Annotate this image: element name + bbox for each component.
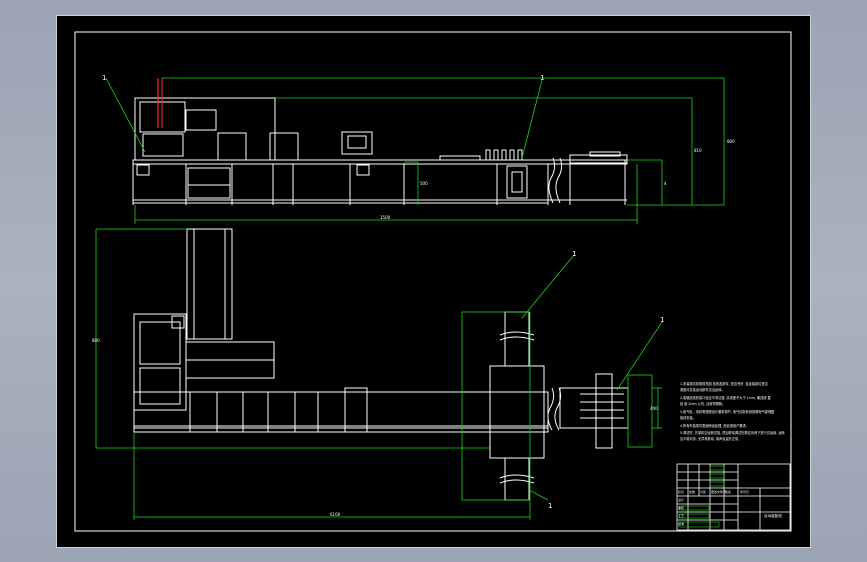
- drawing-title: 自动装配线: [764, 513, 782, 518]
- header-cell: 更改文件号: [711, 489, 726, 494]
- cross-conveyor: [489, 365, 545, 459]
- callout-leader: [521, 254, 575, 319]
- note-line: 紧固可靠各运动部件灵活运转。: [680, 387, 725, 392]
- dim-value-plan-height: 800: [92, 338, 100, 343]
- panel: [185, 109, 217, 131]
- front-elevation-view: [132, 97, 628, 205]
- dim-value-top-overall: 1500: [380, 215, 391, 220]
- dim-value-plan-overall: 6100: [330, 512, 341, 517]
- plan-dimensions: [95, 228, 663, 520]
- note-line: 1.安装调试前需按总图 检查各部件, 是否完好, 各连接部位是否: [680, 381, 769, 386]
- header-cell: 标记: [678, 489, 684, 494]
- cross-conveyor-envelope: [461, 311, 531, 501]
- front-dimensions: [105, 77, 725, 224]
- left-machine-housing: [134, 97, 276, 161]
- press-station-inner: [347, 135, 367, 149]
- note-line: 4.所有外露零件表面喷涂处理, 颜色按用户要求。: [680, 423, 749, 428]
- dim-value-plan-right: 400: [650, 406, 658, 411]
- callout-leader: [521, 79, 543, 159]
- dim-value-right-1: 800: [727, 139, 735, 144]
- main-conveyor: [133, 391, 549, 429]
- press-station: [341, 131, 373, 155]
- row-label: 工艺: [678, 513, 684, 518]
- break-line: [555, 157, 563, 204]
- header-cell: 分区: [700, 489, 706, 494]
- row-label: 批准: [678, 521, 684, 526]
- lift-unit: [506, 165, 528, 199]
- note-line: 3.各气缸、电机等按照设计要求调节, 电气控制系统按照电气原理图: [680, 409, 774, 414]
- station-fixture: [344, 387, 368, 433]
- callout-number: 1: [572, 250, 576, 258]
- callouts: 1 1 1 1 1: [102, 74, 664, 510]
- motor: [356, 164, 370, 176]
- title-block: [676, 463, 791, 531]
- dim-value-right-4: 500: [420, 181, 428, 186]
- callout-number: 1: [540, 74, 544, 82]
- note-line: 5.调试时, 先单机空运转试验, 然后联动调试在额定负荷下进行试运转, 运转: [680, 430, 786, 435]
- break-line: [547, 387, 555, 431]
- technical-notes: 1.安装调试前需按总图 检查各部件, 是否完好, 各连接部位是否 紧固可靠各运动…: [680, 381, 786, 441]
- break-line: [548, 157, 556, 204]
- row-label: 设计: [678, 497, 684, 502]
- callout-leader: [105, 77, 146, 153]
- callout-leader: [616, 321, 663, 391]
- title-block-cells: [678, 465, 725, 528]
- note-line: 接线安装。: [680, 415, 696, 420]
- callout-number: 1: [102, 74, 106, 82]
- header-cell: 年月日: [740, 489, 749, 494]
- fixture: [142, 133, 184, 157]
- motor: [136, 164, 150, 176]
- dim-value-right-3: 4: [664, 181, 667, 186]
- lower-cabinet: [187, 167, 231, 199]
- press-station: [217, 132, 247, 161]
- cad-drawing: 1 1 1 1 1 1500 800 810 4 500 800 6100 40…: [74, 31, 792, 532]
- conveyor-top-rail: [132, 159, 628, 165]
- row-label: 审核: [678, 505, 684, 510]
- note-line: 应平稳可靠, 无异常振动, 噪声及温升正常。: [680, 436, 741, 441]
- press-station: [269, 132, 299, 161]
- dim-value-right-2: 810: [694, 148, 702, 153]
- header-cell: 处数: [689, 489, 695, 494]
- callout-number: 1: [660, 316, 664, 324]
- note-line: 2.各输送线的接口处应平滑过渡, 高低差不大于 1mm, 输送线 直: [680, 395, 771, 400]
- callout-leader: [528, 489, 549, 501]
- note-line: 线 度 2mm 以内, 且转弯顺畅。: [680, 401, 725, 406]
- plan-view: [133, 228, 629, 501]
- header-cell: 签名: [725, 489, 731, 494]
- drawing-frame: [74, 31, 792, 532]
- callout-number: 1: [548, 502, 552, 510]
- title-block-text: 标记 处数 分区 更改文件号 签名 年月日 设计 审核 工艺 批准 自动装配线: [678, 489, 782, 526]
